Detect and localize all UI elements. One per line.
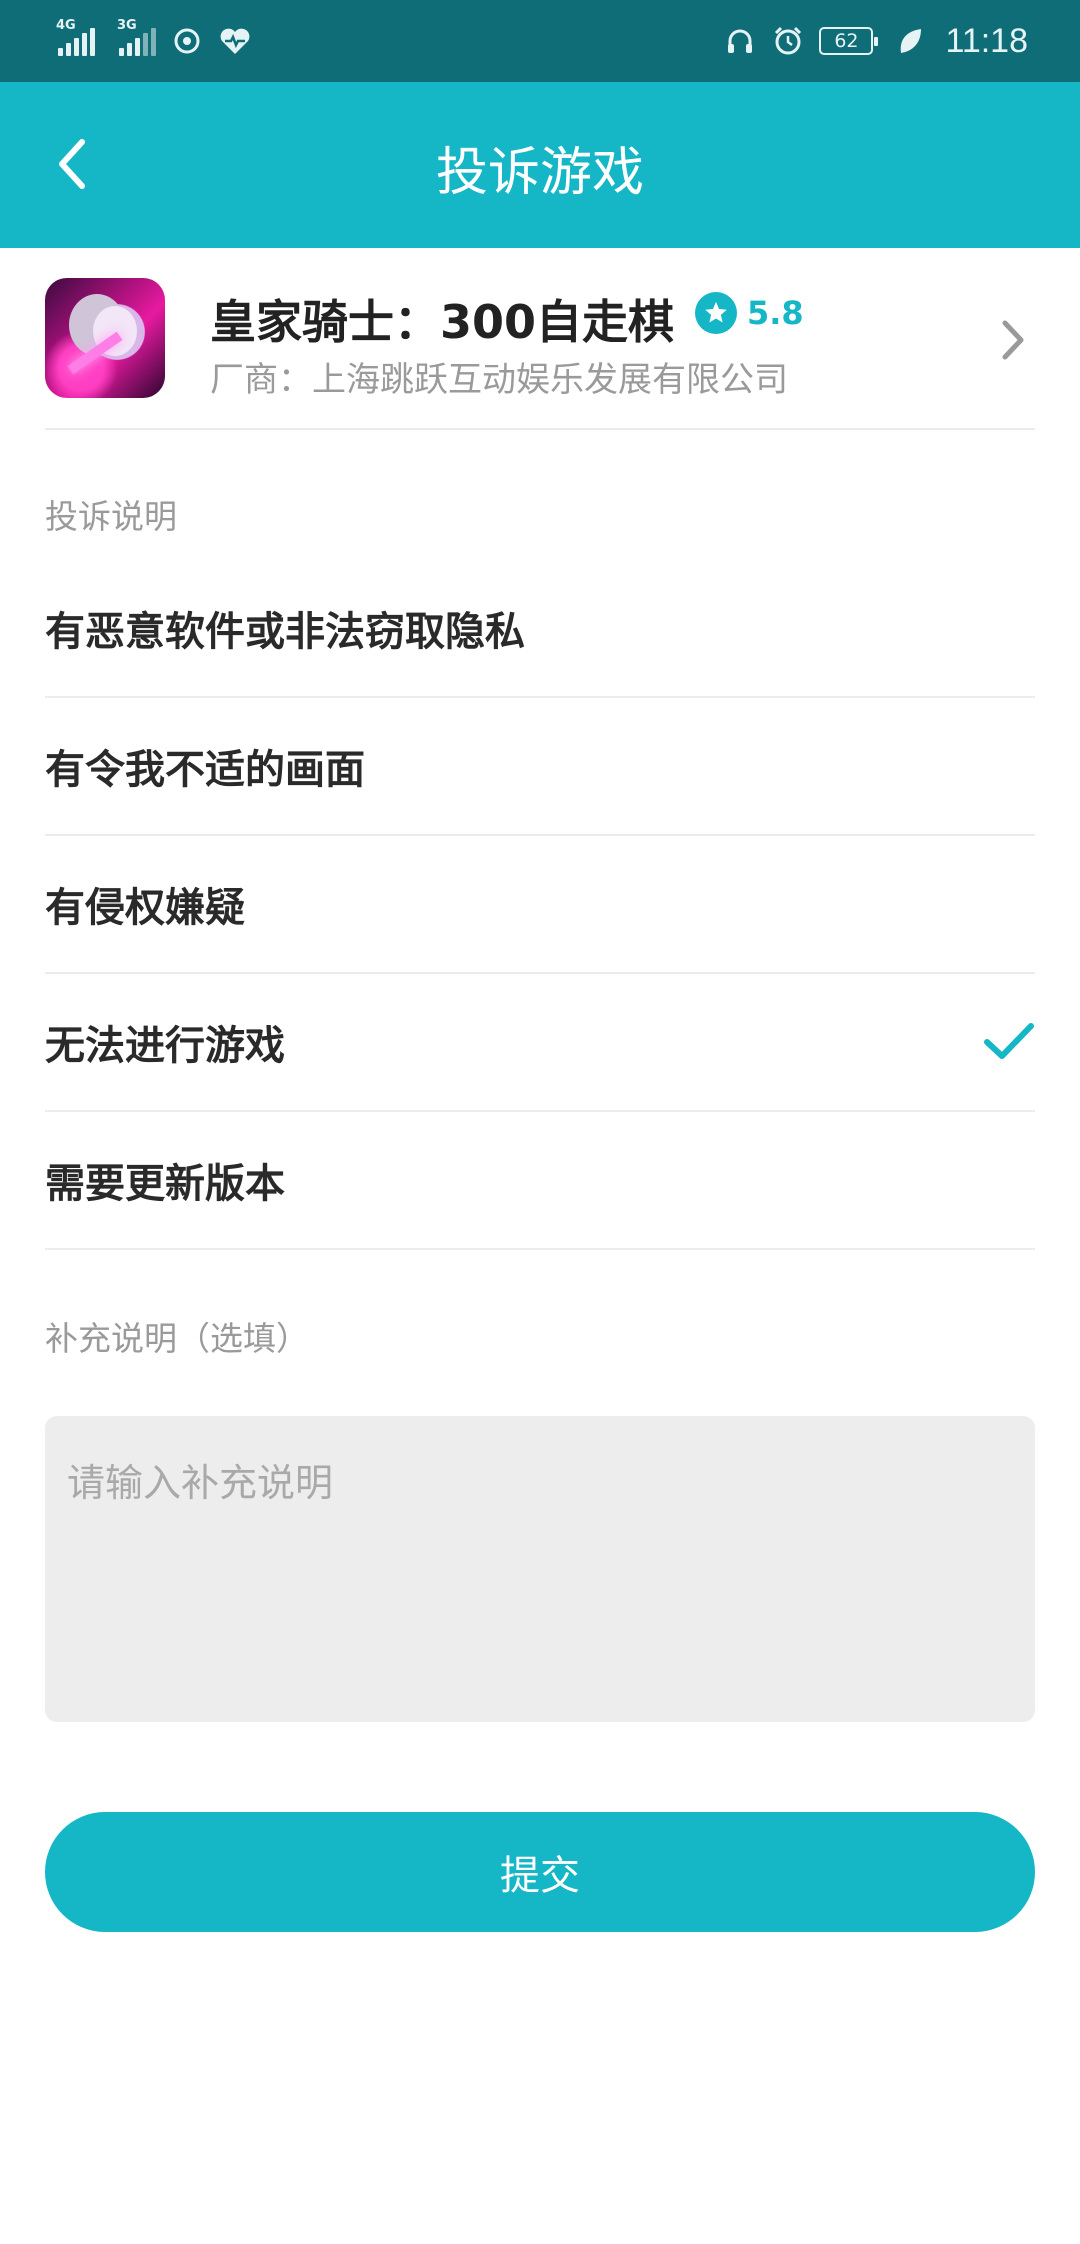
reason-option-infringement[interactable]: 有侵权嫌疑 <box>45 836 1035 974</box>
submit-button[interactable]: 提交 <box>45 1812 1035 1932</box>
reason-label: 有令我不适的画面 <box>45 747 365 793</box>
signal-4g-icon: 4G <box>56 18 95 56</box>
battery-icon: 62 <box>819 27 879 55</box>
reason-option-needs-update[interactable]: 需要更新版本 <box>45 1112 1035 1250</box>
game-info-row[interactable]: 皇家骑士：300自走棋 5.8 厂商：上海跳跃互动娱乐发展有限公司 <box>45 248 1035 430</box>
reason-label: 需要更新版本 <box>45 1161 285 1207</box>
star-icon <box>695 292 737 334</box>
game-name: 皇家骑士：300自走棋 <box>210 295 675 349</box>
checkmark-icon <box>984 1023 1034 1059</box>
complaint-reason-list: 有恶意软件或非法窃取隐私 有令我不适的画面 有侵权嫌疑 无法进行游戏 需要更新版… <box>45 560 1035 1250</box>
reason-label: 有恶意软件或非法窃取隐私 <box>45 609 525 655</box>
rating-value: 5.8 <box>747 294 804 332</box>
reason-option-cannot-play[interactable]: 无法进行游戏 <box>45 974 1035 1112</box>
battery-level: 62 <box>834 30 859 52</box>
complaint-section-label: 投诉说明 <box>45 497 177 536</box>
clock: 11:18 <box>945 21 1028 60</box>
vendor-text: 厂商：上海跳跃互动娱乐发展有限公司 <box>210 360 788 400</box>
reason-label: 无法进行游戏 <box>45 1023 285 1069</box>
chevron-right-icon[interactable] <box>991 316 1035 364</box>
supplement-input[interactable] <box>45 1416 1035 1722</box>
reason-option-malware[interactable]: 有恶意软件或非法窃取隐私 <box>45 560 1035 698</box>
page-title: 投诉游戏 <box>435 143 644 203</box>
status-right-icons: 62 11:18 <box>723 18 1028 64</box>
leaf-icon <box>893 24 927 58</box>
status-bar: 4G 3G 62 11:18 <box>0 0 1080 82</box>
sync-icon <box>170 24 204 58</box>
reason-label: 有侵权嫌疑 <box>45 885 245 931</box>
game-rating: 5.8 <box>695 292 804 334</box>
reason-option-discomfort[interactable]: 有令我不适的画面 <box>45 698 1035 836</box>
title-bar: 投诉游戏 <box>0 82 1080 248</box>
signal-3g-label: 3G <box>117 18 137 33</box>
health-heart-icon <box>218 24 252 58</box>
game-icon <box>45 278 165 398</box>
alarm-icon <box>771 24 805 58</box>
signal-4g-label: 4G <box>56 18 76 33</box>
supplement-section-label: 补充说明（选填） <box>45 1319 309 1358</box>
signal-3g-icon: 3G <box>117 18 156 56</box>
headphones-icon <box>723 24 757 58</box>
status-left-icons: 4G 3G <box>56 18 252 64</box>
